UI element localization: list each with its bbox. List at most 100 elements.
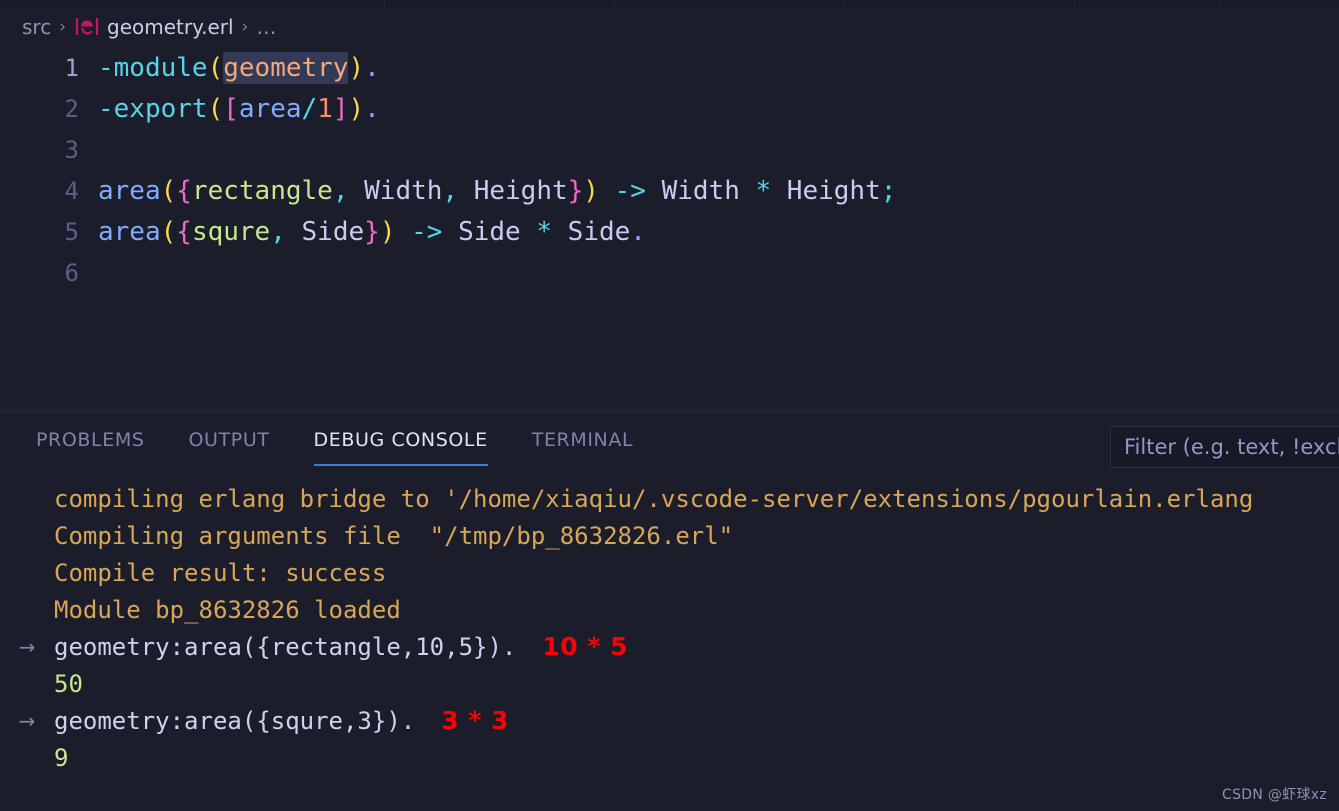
code-token: 1 bbox=[317, 93, 333, 124]
console-input-arrow-icon: → bbox=[18, 634, 36, 659]
code-token: ] bbox=[332, 93, 349, 124]
console-line: → geometry:area({rectangle,10,5}). 10 * 5 bbox=[0, 628, 1339, 665]
annotation-label: 3 * 3 bbox=[441, 706, 510, 735]
code-token: Width bbox=[645, 175, 756, 206]
code-token: , bbox=[332, 175, 349, 206]
code-token: rectangle bbox=[191, 175, 333, 206]
code-line[interactable]: 1 -module(geometry). bbox=[0, 47, 1339, 88]
console-line-text: compiling erlang bridge to '/home/xiaqiu… bbox=[54, 484, 1254, 513]
code-token: ; bbox=[880, 175, 897, 206]
tab-problems[interactable]: PROBLEMS bbox=[36, 429, 145, 457]
code-token: . bbox=[364, 93, 380, 124]
breadcrumb-overflow[interactable]: … bbox=[256, 15, 277, 39]
watermark: CSDN @虾球xz bbox=[1222, 787, 1327, 803]
console-line: Compiling arguments file "/tmp/bp_863282… bbox=[0, 517, 1339, 554]
code-token: Side bbox=[442, 216, 537, 247]
tab-terminal[interactable]: TERMINAL bbox=[532, 429, 633, 457]
line-number: 5 bbox=[64, 217, 79, 246]
breadcrumb-folder[interactable]: src bbox=[22, 15, 51, 39]
console-rows: compiling erlang bridge to '/home/xiaqiu… bbox=[0, 480, 1339, 776]
debug-console-output[interactable]: compiling erlang bridge to '/home/xiaqiu… bbox=[0, 474, 1339, 811]
code-token: ( bbox=[207, 93, 224, 124]
line-number: 1 bbox=[64, 53, 79, 82]
code-token: -module bbox=[98, 52, 208, 83]
filter-input[interactable] bbox=[1110, 426, 1339, 468]
tab-output[interactable]: OUTPUT bbox=[189, 429, 270, 457]
code-token: [ bbox=[223, 93, 239, 124]
code-line-text: -module(geometry). bbox=[96, 51, 380, 84]
code-editor[interactable]: 1 -module(geometry). 2 -export([area/1]). 3 4… bbox=[0, 47, 1339, 411]
code-token: . bbox=[364, 52, 380, 83]
code-token: * bbox=[536, 216, 553, 247]
editor-tab-2[interactable] bbox=[385, 0, 615, 8]
panel-tab-bar: PROBLEMS OUTPUT DEBUG CONSOLE TERMINAL bbox=[0, 412, 1339, 474]
console-line: 9 bbox=[0, 739, 1339, 776]
console-line: 50 bbox=[0, 665, 1339, 702]
code-token: , bbox=[442, 175, 459, 206]
code-token: -> bbox=[411, 216, 443, 247]
vscode-window: src › geometry.erl › … 1 -module(geometry… bbox=[0, 0, 1339, 811]
code-token: { bbox=[176, 216, 192, 247]
code-token: ) bbox=[583, 175, 599, 206]
panel-tabs: PROBLEMS OUTPUT DEBUG CONSOLE TERMINAL bbox=[36, 429, 677, 466]
console-line-with-annotation: geometry:area({rectangle,10,5}). 10 * 5 bbox=[54, 632, 628, 661]
console-line-text: Compiling arguments file "/tmp/bp_863282… bbox=[54, 521, 734, 550]
code-line-text: area({rectangle, Width, Height}) -> Widt… bbox=[96, 176, 896, 206]
bottom-panel: PROBLEMS OUTPUT DEBUG CONSOLE TERMINAL comp… bbox=[0, 411, 1339, 811]
annotation-label: 10 * 5 bbox=[542, 632, 629, 661]
code-token: Side bbox=[552, 216, 631, 247]
tab-debug-console[interactable]: DEBUG CONSOLE bbox=[313, 429, 488, 466]
code-line[interactable]: 2 -export([area/1]). bbox=[0, 88, 1339, 129]
console-line: Module bp_8632826 loaded bbox=[0, 591, 1339, 628]
code-token: / bbox=[301, 93, 318, 124]
breadcrumb-separator-2: › bbox=[241, 16, 249, 37]
code-line[interactable]: 5 area({squre, Side}) -> Side * Side. bbox=[0, 211, 1339, 252]
code-line[interactable]: 4 area({rectangle, Width, Height}) -> Wid… bbox=[0, 170, 1339, 211]
console-line-text: Compile result: success bbox=[54, 558, 387, 587]
code-token: Side bbox=[285, 216, 365, 247]
code-token: Height bbox=[458, 175, 568, 206]
console-line-text: 50 bbox=[54, 669, 83, 698]
console-line-text: 9 bbox=[54, 743, 69, 772]
console-line-text: geometry:area({squre,3}). bbox=[54, 707, 416, 735]
editor-tab-3[interactable] bbox=[615, 0, 845, 8]
editor-tab-5[interactable] bbox=[1075, 0, 1220, 8]
code-token: . bbox=[630, 216, 646, 247]
code-token: -export bbox=[98, 93, 208, 124]
breadcrumb-separator-1: › bbox=[59, 16, 67, 37]
console-line-with-annotation: geometry:area({squre,3}). 3 * 3 bbox=[54, 706, 509, 735]
console-line: → geometry:area({squre,3}). 3 * 3 bbox=[0, 702, 1339, 739]
code-token: { bbox=[176, 175, 192, 206]
breadcrumb[interactable]: src › geometry.erl › … bbox=[0, 8, 1339, 46]
code-token: * bbox=[755, 175, 772, 206]
erlang-file-icon bbox=[74, 15, 100, 39]
code-line-text: -export([area/1]). bbox=[96, 94, 380, 124]
line-number: 2 bbox=[64, 94, 79, 123]
code-token: -> bbox=[614, 175, 646, 206]
code-token: ( bbox=[160, 175, 177, 206]
console-line-text: geometry:area({rectangle,10,5}). bbox=[54, 633, 517, 661]
code-token: } bbox=[364, 216, 380, 247]
editor-tab-4[interactable] bbox=[845, 0, 1075, 8]
line-number: 4 bbox=[64, 176, 79, 205]
code-line-text: area({squre, Side}) -> Side * Side. bbox=[96, 217, 646, 247]
code-token: } bbox=[567, 175, 584, 206]
code-token: area bbox=[238, 93, 302, 124]
editor-tab-1[interactable] bbox=[0, 0, 385, 8]
code-token: squre bbox=[191, 216, 271, 247]
code-token: ) bbox=[348, 93, 365, 124]
console-line: compiling erlang bridge to '/home/xiaqiu… bbox=[0, 480, 1339, 517]
code-line[interactable]: 3 bbox=[0, 129, 1339, 170]
code-token: ( bbox=[207, 52, 224, 83]
code-token: ( bbox=[160, 216, 177, 247]
code-token: Width bbox=[348, 175, 443, 206]
code-token: , bbox=[270, 216, 286, 247]
code-token: area bbox=[98, 216, 161, 247]
console-input-arrow-icon: → bbox=[18, 708, 36, 733]
line-number: 6 bbox=[64, 258, 79, 287]
breadcrumb-file[interactable]: geometry.erl bbox=[107, 15, 234, 39]
console-line-text: Module bp_8632826 loaded bbox=[54, 595, 401, 624]
code-line[interactable]: 6 bbox=[0, 252, 1339, 293]
editor-tab-strip bbox=[0, 0, 1339, 8]
